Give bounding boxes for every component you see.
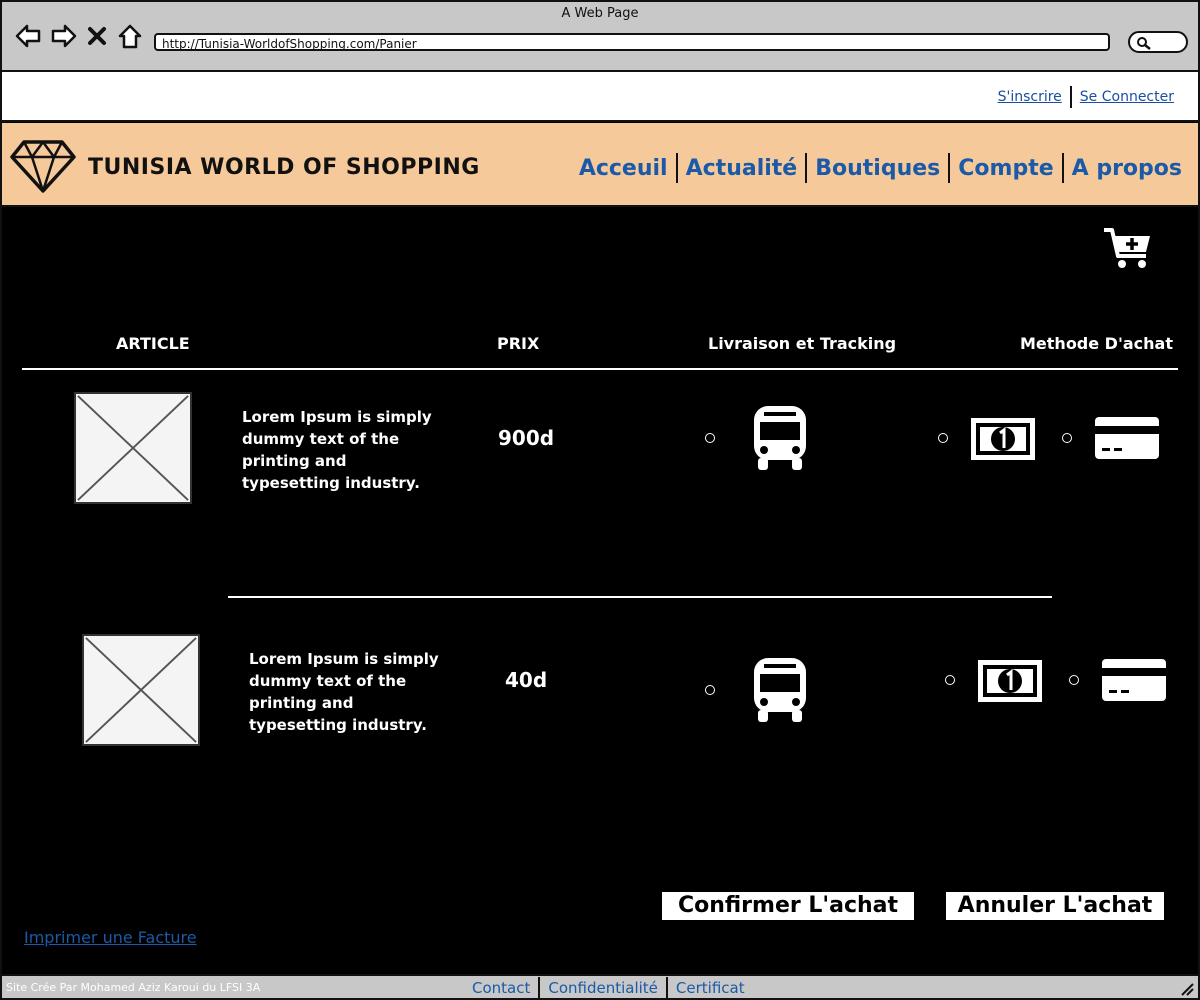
footer-certificate-link[interactable]: Certificat	[668, 979, 753, 997]
item-price: 40d	[505, 668, 548, 692]
auth-strip: S'inscrire Se Connecter	[2, 72, 1198, 122]
diamond-logo-icon[interactable]	[10, 139, 76, 193]
footer-credit: Site Crée Par Mohamed Aziz Karoui du LFS…	[6, 981, 261, 994]
credit-card-icon	[1102, 659, 1166, 701]
delivery-radio[interactable]	[705, 685, 715, 695]
row-divider	[228, 596, 1052, 598]
browser-window: A Web Page http://Tunisia-WorldofShoppin…	[0, 0, 1200, 1000]
back-icon[interactable]	[14, 22, 42, 50]
forward-icon[interactable]	[50, 22, 78, 50]
search-icon	[1137, 37, 1151, 50]
column-header-price: PRIX	[497, 334, 540, 353]
browser-search[interactable]	[1128, 31, 1188, 53]
product-image-placeholder	[82, 634, 200, 746]
payment-cash-radio[interactable]	[945, 675, 955, 685]
nav-acceuil[interactable]: Acceuil	[571, 156, 676, 181]
payment-card-radio[interactable]	[1069, 675, 1079, 685]
home-icon[interactable]	[116, 22, 144, 50]
payment-card-radio[interactable]	[1062, 433, 1072, 443]
cancel-purchase-button[interactable]: Annuler L'achat	[946, 892, 1164, 920]
banknote-icon	[978, 660, 1042, 702]
header-divider	[22, 368, 1178, 370]
divider	[1069, 86, 1072, 108]
print-invoice-link[interactable]: Imprimer une Facture	[24, 928, 197, 947]
login-link[interactable]: Se Connecter	[1080, 89, 1174, 105]
window-title: A Web Page	[561, 6, 639, 21]
site-footer: Site Crée Par Mohamed Aziz Karoui du LFS…	[2, 974, 1198, 998]
item-price: 900d	[498, 426, 555, 450]
column-header-article: ARTICLE	[116, 334, 190, 353]
cart-add-icon[interactable]	[1102, 226, 1154, 270]
item-description: Lorem Ipsum is simply dummy text of the …	[249, 650, 439, 734]
brand-name: TUNISIA WORLD OF SHOPPING	[88, 155, 480, 180]
bus-icon	[754, 406, 806, 470]
product-image-placeholder	[74, 392, 192, 504]
nav-boutiques[interactable]: Boutiques	[807, 156, 948, 181]
footer-contact-link[interactable]: Contact	[464, 979, 538, 997]
resize-grip-icon[interactable]	[1178, 980, 1194, 996]
credit-card-icon	[1095, 417, 1159, 459]
confirm-purchase-button[interactable]: Confirmer L'achat	[662, 892, 914, 920]
column-header-payment: Methode D'achat	[1020, 334, 1173, 353]
site-header: TUNISIA WORLD OF SHOPPING Acceuil Actual…	[2, 123, 1198, 207]
url-bar[interactable]: http://Tunisia-WorldofShopping.com/Panie…	[154, 33, 1110, 51]
payment-cash-radio[interactable]	[938, 433, 948, 443]
delivery-radio[interactable]	[705, 433, 715, 443]
nav-a-propos[interactable]: A propos	[1064, 156, 1190, 181]
banknote-icon	[971, 418, 1035, 460]
bus-icon	[754, 658, 806, 722]
main-nav: Acceuil Actualité Boutiques Compte A pro…	[571, 153, 1190, 183]
nav-compte[interactable]: Compte	[950, 156, 1061, 181]
nav-actualite[interactable]: Actualité	[678, 156, 806, 181]
column-header-delivery: Livraison et Tracking	[708, 334, 897, 353]
signup-link[interactable]: S'inscrire	[998, 89, 1062, 105]
stop-icon[interactable]	[86, 22, 108, 50]
item-description: Lorem Ipsum is simply dummy text of the …	[242, 408, 432, 492]
browser-chrome: A Web Page http://Tunisia-WorldofShoppin…	[2, 2, 1198, 72]
footer-privacy-link[interactable]: Confidentialité	[540, 979, 666, 997]
